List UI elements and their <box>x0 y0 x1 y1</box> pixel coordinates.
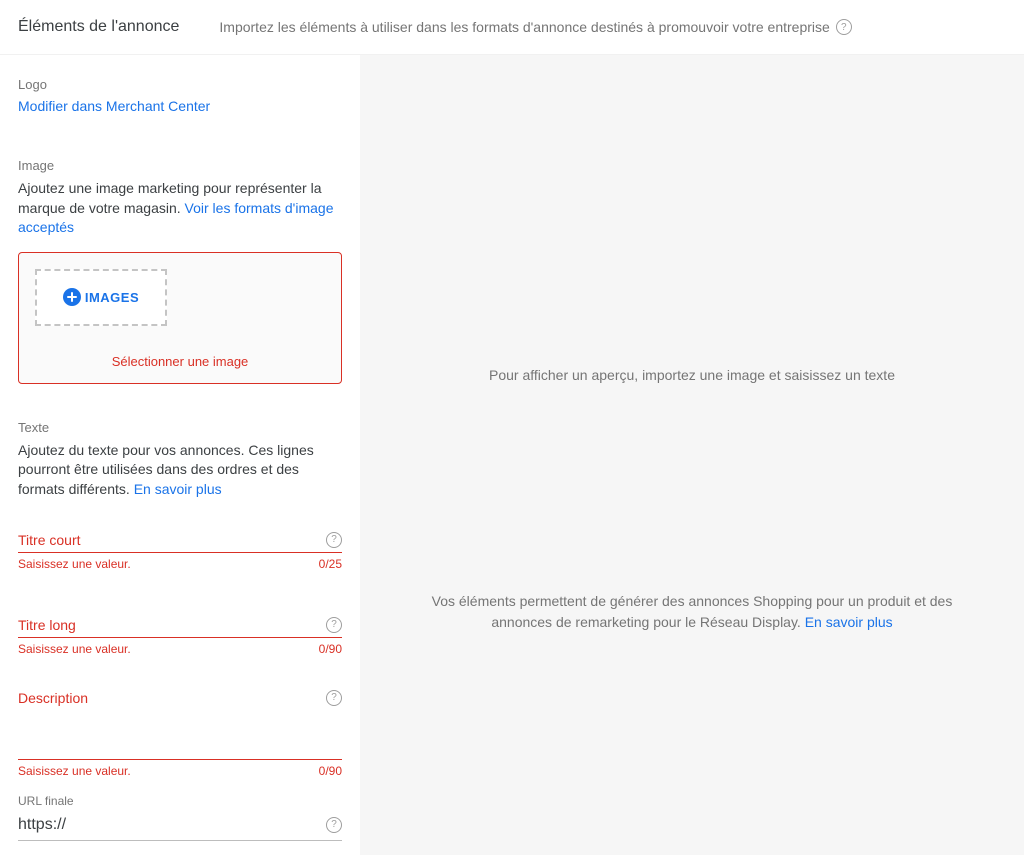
page-subtitle-text: Importez les éléments à utiliser dans le… <box>219 19 829 35</box>
page-title: Éléments de l'annonce <box>18 18 179 36</box>
page-header: Éléments de l'annonce Importez les éléme… <box>0 0 1024 55</box>
final-url-field: URL finale https:// ? <box>18 794 342 841</box>
preview-placeholder: Pour afficher un aperçu, importez une im… <box>360 367 1024 383</box>
image-label: Image <box>18 158 342 173</box>
help-icon[interactable]: ? <box>326 617 342 633</box>
image-upload-error: Sélectionner une image <box>35 354 325 369</box>
edit-merchant-center-link[interactable]: Modifier dans Merchant Center <box>18 98 210 114</box>
long-title-field: Titre long ? Saisissez une valeur. 0/90 <box>18 611 342 656</box>
short-title-error: Saisissez une valeur. <box>18 557 131 571</box>
short-title-label: Titre court <box>18 532 81 548</box>
description-label: Description <box>18 690 88 706</box>
logo-label: Logo <box>18 77 342 92</box>
help-icon[interactable]: ? <box>836 19 852 35</box>
help-icon[interactable]: ? <box>326 532 342 548</box>
short-title-input[interactable]: Titre court ? <box>18 526 342 553</box>
preview-learn-more-link[interactable]: En savoir plus <box>805 614 893 630</box>
help-icon[interactable]: ? <box>326 690 342 706</box>
help-icon[interactable]: ? <box>326 817 342 833</box>
long-title-label: Titre long <box>18 617 76 633</box>
text-description: Ajoutez du texte pour vos annonces. Ces … <box>18 441 342 500</box>
final-url-label: URL finale <box>18 794 342 808</box>
preview-panel: Pour afficher un aperçu, importez une im… <box>360 55 1024 855</box>
short-title-counter: 0/25 <box>319 557 342 571</box>
long-title-counter: 0/90 <box>319 642 342 656</box>
long-title-error: Saisissez une valeur. <box>18 642 131 656</box>
text-section: Texte Ajoutez du texte pour vos annonces… <box>18 420 342 500</box>
logo-section: Logo Modifier dans Merchant Center <box>18 77 342 114</box>
image-upload-button[interactable]: IMAGES <box>35 269 167 326</box>
long-title-input[interactable]: Titre long ? <box>18 611 342 638</box>
description-field: Description ? Saisissez une valeur. 0/90 <box>18 684 342 778</box>
form-panel: Logo Modifier dans Merchant Center Image… <box>0 55 360 855</box>
text-label: Texte <box>18 420 342 435</box>
page-subtitle: Importez les éléments à utiliser dans le… <box>219 19 851 35</box>
description-input[interactable] <box>18 710 342 760</box>
image-upload-label: IMAGES <box>85 290 139 305</box>
image-description: Ajoutez une image marketing pour représe… <box>18 179 342 238</box>
plus-icon <box>63 288 81 306</box>
preview-footer: Vos éléments permettent de générer des a… <box>360 591 1024 633</box>
final-url-value: https:// <box>18 816 66 834</box>
image-section: Image Ajoutez une image marketing pour r… <box>18 158 342 384</box>
image-upload-box: IMAGES Sélectionner une image <box>18 252 342 384</box>
short-title-field: Titre court ? Saisissez une valeur. 0/25 <box>18 526 342 571</box>
text-learn-more-link[interactable]: En savoir plus <box>134 481 222 497</box>
description-error: Saisissez une valeur. <box>18 764 131 778</box>
description-counter: 0/90 <box>319 764 342 778</box>
final-url-input[interactable]: https:// ? <box>18 810 342 841</box>
